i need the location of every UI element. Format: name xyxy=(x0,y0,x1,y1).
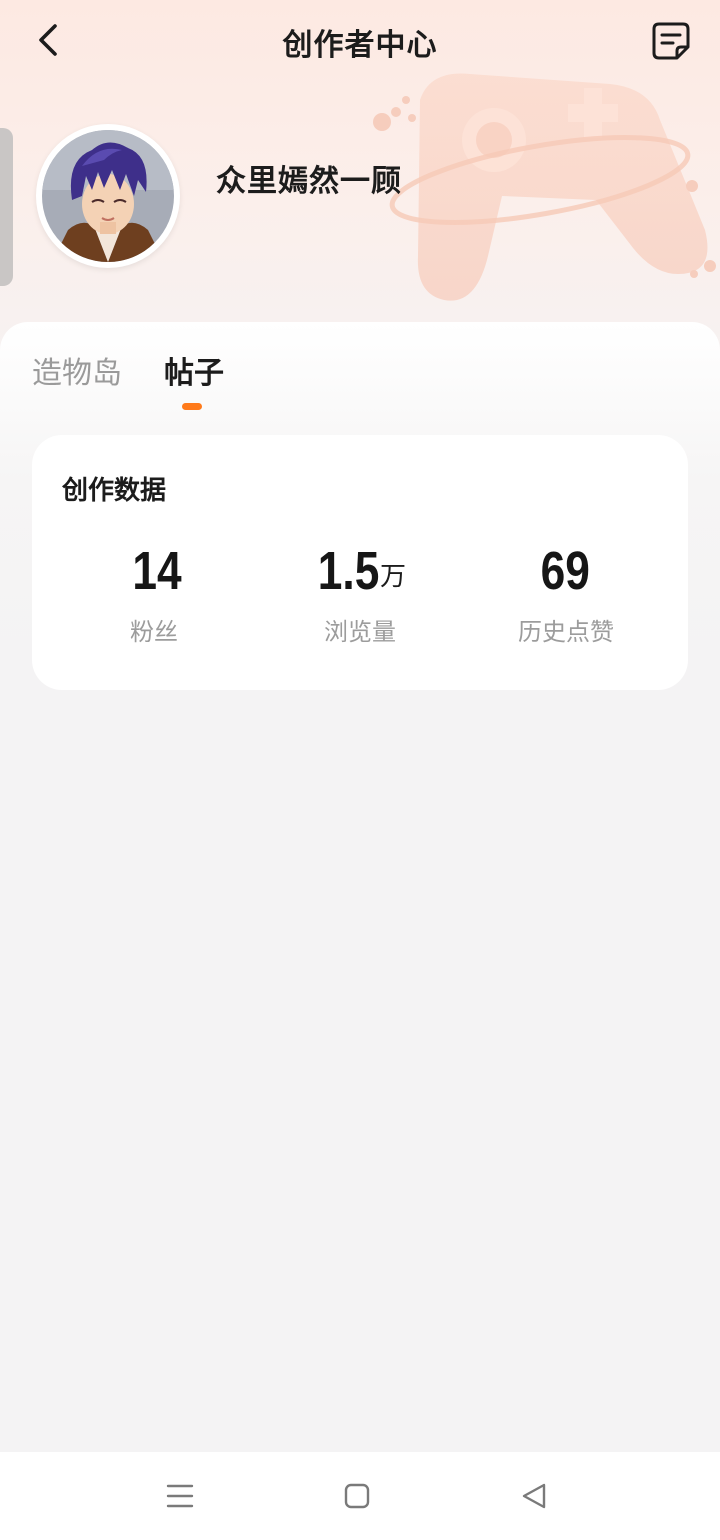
views-label: 浏览量 xyxy=(324,618,396,646)
menu-icon xyxy=(166,1484,194,1508)
followers-count: 14 xyxy=(132,541,182,601)
tab-posts[interactable]: 帖子 xyxy=(164,348,224,392)
views-unit: 万 xyxy=(380,562,407,592)
edit-note-button[interactable] xyxy=(648,18,694,64)
likes-count: 69 xyxy=(540,541,590,601)
tab-island[interactable]: 造物岛 xyxy=(32,348,122,392)
active-tab-indicator xyxy=(182,403,202,410)
gamepad-decoration-icon xyxy=(373,73,716,301)
avatar[interactable] xyxy=(36,124,180,268)
page-title: 创作者中心 xyxy=(282,28,438,63)
likes-label: 历史点赞 xyxy=(518,618,614,646)
top-bar: 创作者中心 xyxy=(0,0,720,84)
avatar-character-icon xyxy=(42,130,174,262)
menu-button[interactable] xyxy=(160,1478,200,1514)
creator-center-page: 创作者中心 众里嫣然一顾 造物岛 帖子 创作数据 14 粉丝 1.5 万 浏览量… xyxy=(0,0,720,1540)
triangle-back-icon xyxy=(522,1483,546,1509)
side-drawer-handle[interactable] xyxy=(0,128,13,286)
edit-note-icon xyxy=(652,22,690,60)
views-count: 1.5 xyxy=(317,541,380,601)
home-button[interactable] xyxy=(337,1478,377,1514)
card-title: 创作数据 xyxy=(62,476,167,506)
square-home-icon xyxy=(344,1483,370,1509)
system-back-button[interactable] xyxy=(514,1478,554,1514)
username: 众里嫣然一顾 xyxy=(216,164,402,199)
followers-label: 粉丝 xyxy=(130,618,178,646)
